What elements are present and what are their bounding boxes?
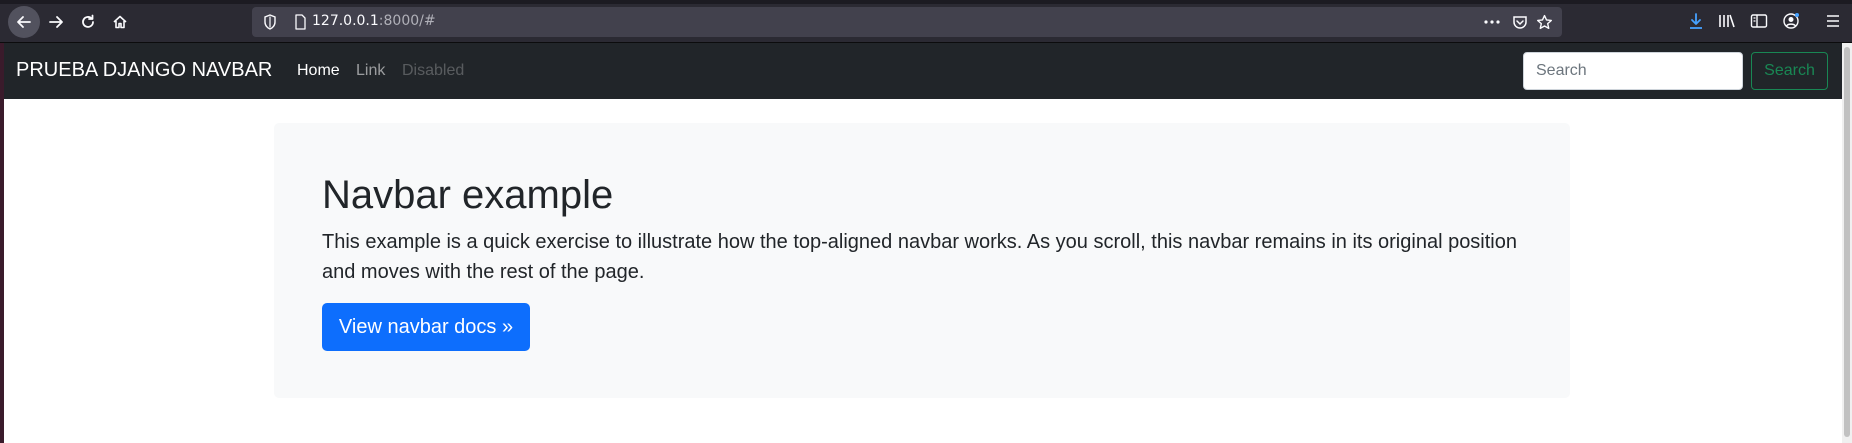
more-icon[interactable] xyxy=(1482,12,1502,32)
url-host: 127.0.0.1 xyxy=(312,13,379,29)
navbar-brand[interactable]: PRUEBA DJANGO NAVBAR xyxy=(16,58,272,82)
tab-strip xyxy=(0,0,1852,4)
search-button[interactable]: Search xyxy=(1751,52,1828,90)
menu-icon[interactable] xyxy=(1822,10,1844,32)
star-icon[interactable] xyxy=(1534,12,1554,32)
nav-link-link[interactable]: Link xyxy=(356,61,385,81)
window-edge xyxy=(0,43,4,443)
nav-link-disabled: Disabled xyxy=(402,62,465,79)
back-button[interactable] xyxy=(8,6,40,38)
page-info-icon[interactable] xyxy=(292,13,308,31)
back-arrow-icon xyxy=(17,16,31,28)
url-path: :8000/# xyxy=(378,13,436,29)
scrollbar-thumb[interactable] xyxy=(1844,47,1850,437)
scrollbar[interactable] xyxy=(1842,43,1852,443)
url-text[interactable]: 127.0.0.1:8000/# xyxy=(312,13,436,29)
page-title: Navbar example xyxy=(322,173,614,217)
lead-text: This example is a quick exercise to illu… xyxy=(322,231,1517,283)
search-input[interactable] xyxy=(1523,52,1743,90)
jumbotron: Navbar example This example is a quick e… xyxy=(274,123,1570,398)
download-icon[interactable] xyxy=(1685,10,1707,32)
home-button[interactable] xyxy=(104,6,136,38)
nav-link-home[interactable]: Home xyxy=(297,61,340,81)
top-navbar: PRUEBA DJANGO NAVBAR Home Link Disabled … xyxy=(4,43,1842,99)
library-icon[interactable] xyxy=(1716,10,1738,32)
reload-button[interactable] xyxy=(72,6,104,38)
shield-icon[interactable] xyxy=(262,13,278,31)
view-docs-button[interactable]: View navbar docs » xyxy=(322,303,530,351)
home-icon xyxy=(113,15,127,29)
browser-toolbar: 127.0.0.1:8000/# xyxy=(0,0,1852,43)
forward-button[interactable] xyxy=(40,6,72,38)
forward-arrow-icon xyxy=(49,16,63,28)
reload-icon xyxy=(82,14,94,28)
pocket-icon[interactable] xyxy=(1510,12,1530,32)
account-icon[interactable] xyxy=(1780,10,1802,32)
sidebar-icon[interactable] xyxy=(1748,10,1770,32)
url-bar[interactable]: 127.0.0.1:8000/# xyxy=(252,7,1562,37)
